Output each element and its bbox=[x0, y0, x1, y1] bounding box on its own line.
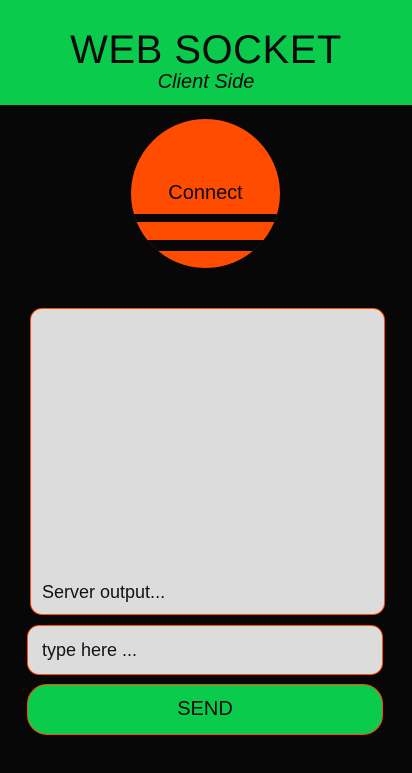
send-button[interactable]: SEND bbox=[27, 684, 383, 735]
header-bar: WEB SOCKET Client Side bbox=[0, 0, 412, 105]
server-output-text: Server output... bbox=[42, 582, 166, 602]
connect-stripe-decoration bbox=[131, 214, 280, 222]
page-subtitle: Client Side bbox=[157, 71, 255, 93]
server-output-box[interactable]: Server output... bbox=[30, 308, 385, 615]
page-title: WEB SOCKET bbox=[70, 28, 342, 72]
connect-stripe-decoration bbox=[131, 240, 280, 251]
message-input[interactable] bbox=[27, 625, 383, 675]
connect-button-label: Connect bbox=[168, 182, 243, 204]
connect-button[interactable]: Connect bbox=[131, 119, 280, 268]
